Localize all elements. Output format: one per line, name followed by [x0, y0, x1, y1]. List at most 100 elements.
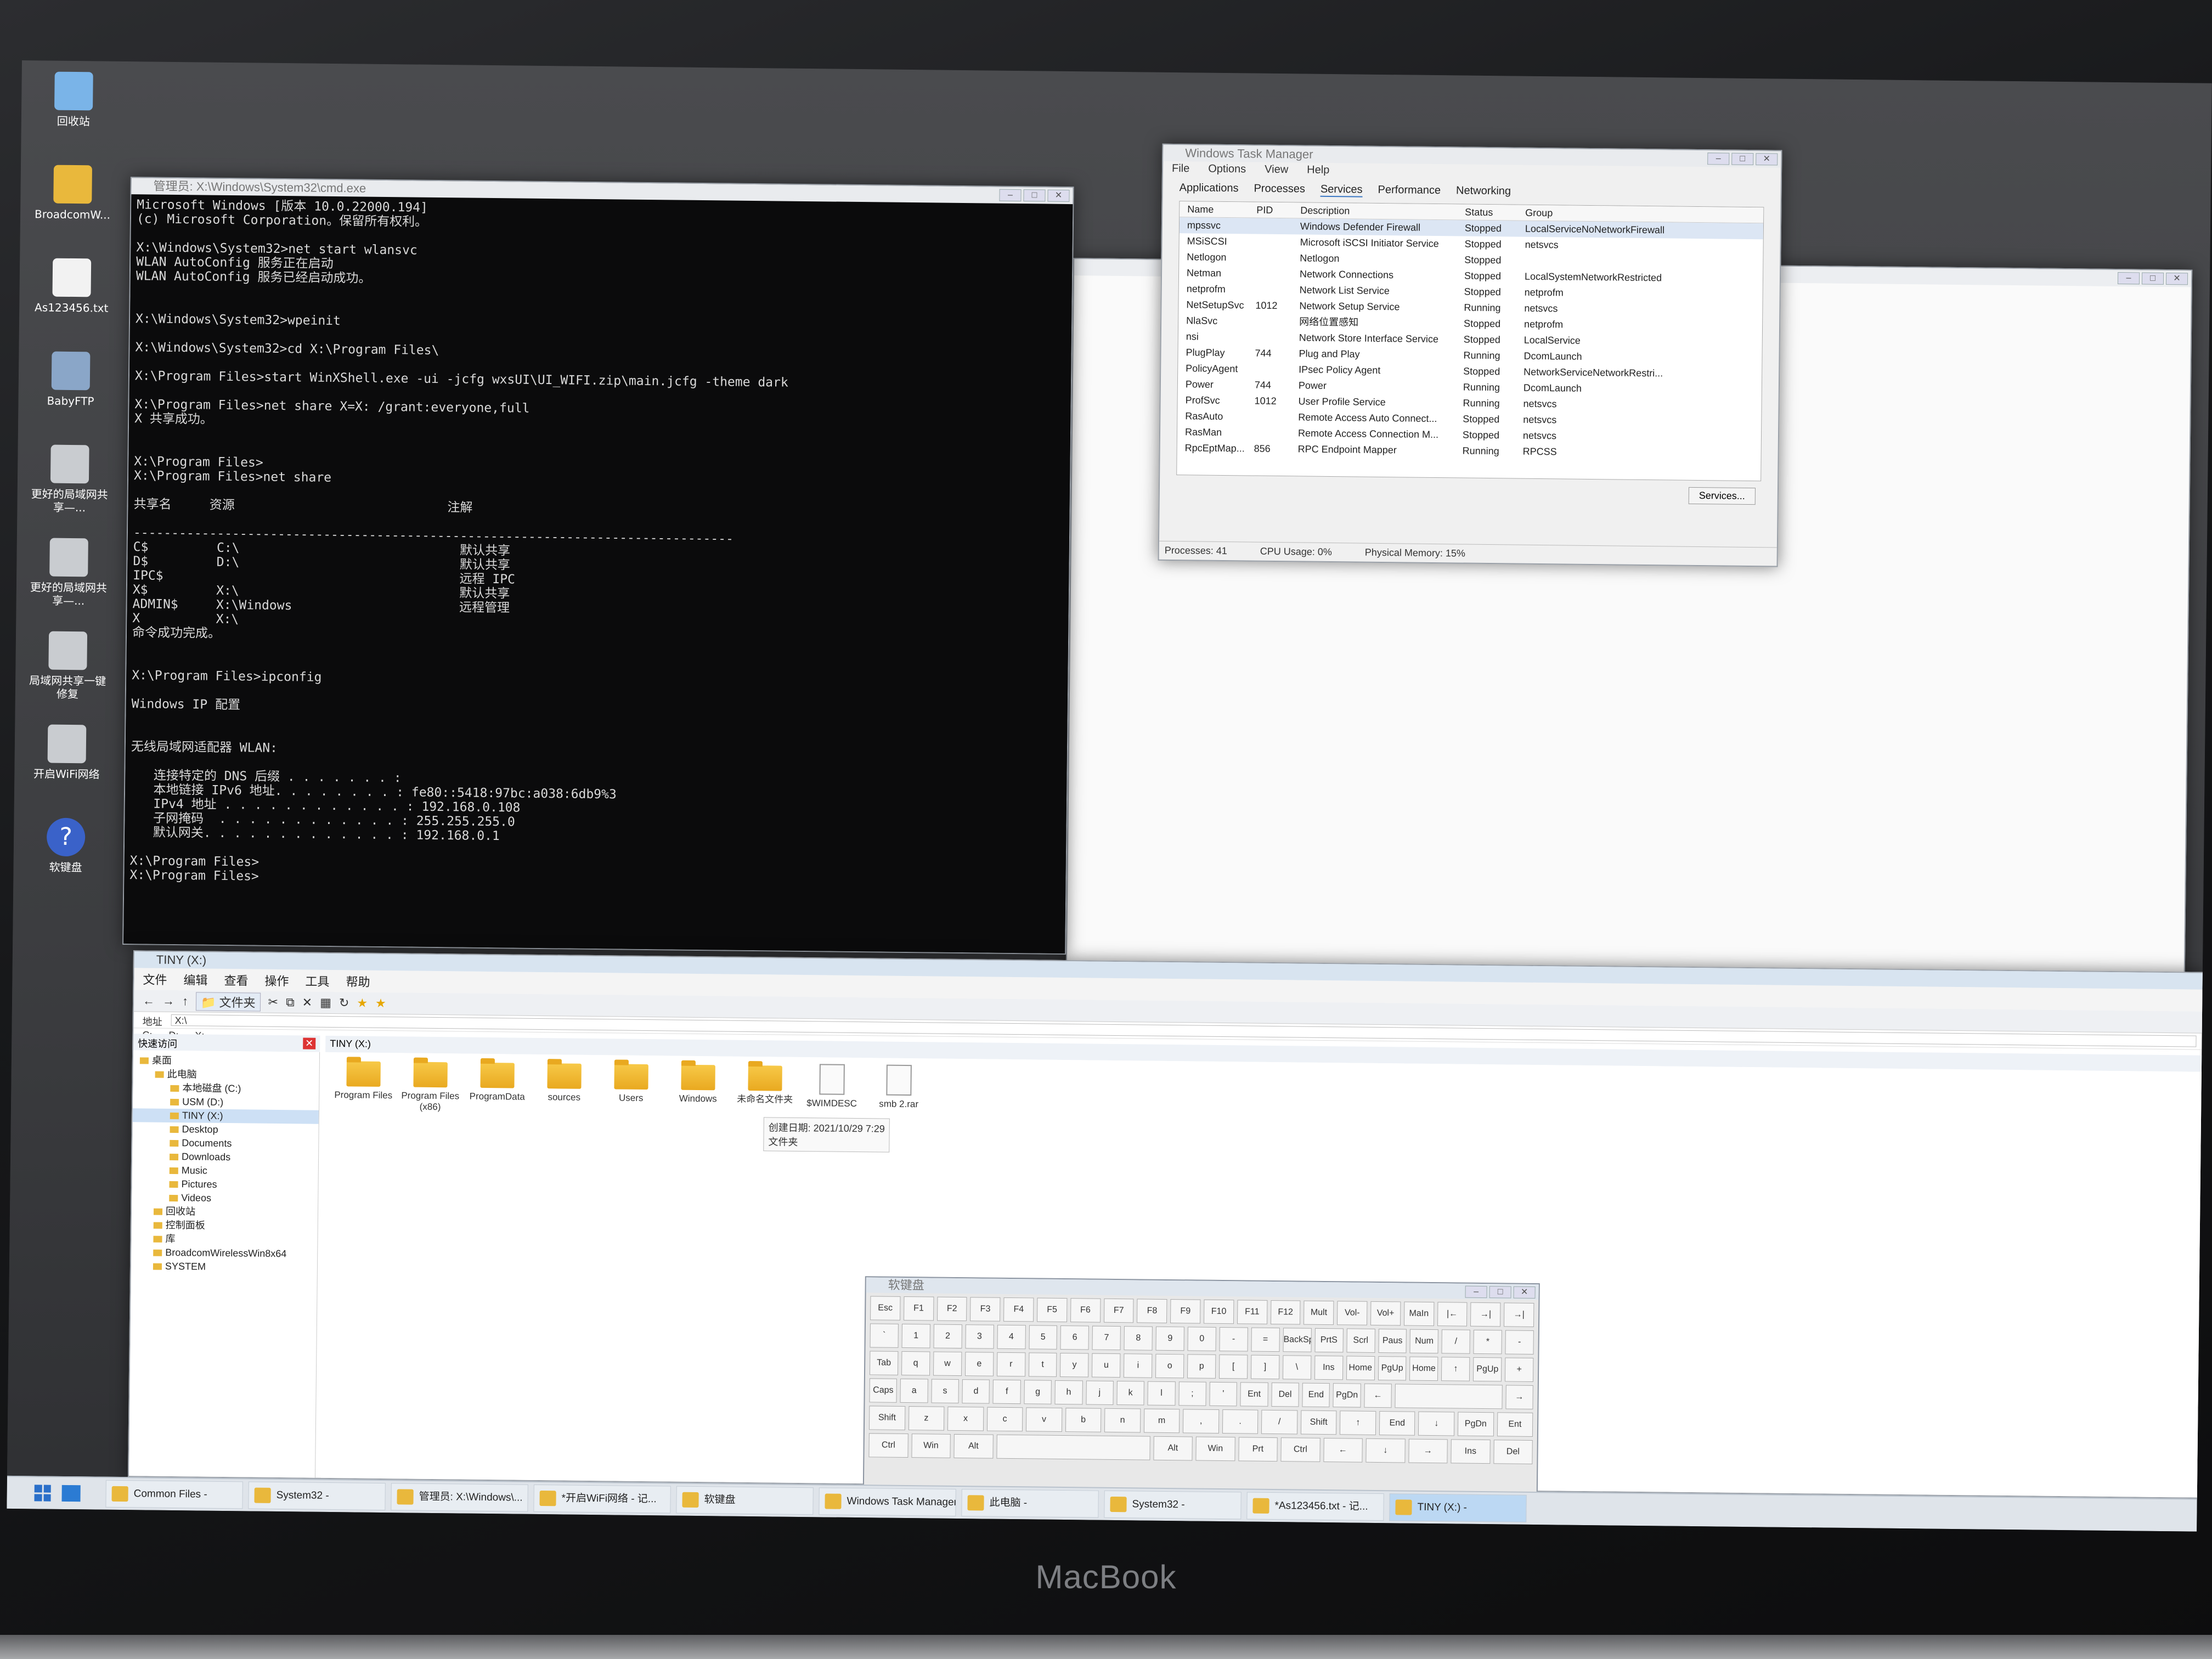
maximize-icon[interactable]: □: [1023, 189, 1046, 202]
close-pane-icon[interactable]: ✕: [303, 1037, 316, 1049]
keyboard-key[interactable]: |←: [1437, 1302, 1468, 1327]
keyboard-key[interactable]: h: [1054, 1380, 1083, 1405]
favorite-icon[interactable]: ★: [357, 996, 368, 1010]
desktop-icon[interactable]: 更好的局域网共享—...: [27, 538, 110, 608]
tree-item[interactable]: 控制面板: [132, 1218, 318, 1234]
keyboard-key[interactable]: t: [1028, 1352, 1057, 1377]
menu-item[interactable]: 文件: [143, 970, 167, 988]
taskbar-item[interactable]: 此电脑 -: [961, 1489, 1099, 1518]
keyboard-key[interactable]: o: [1155, 1353, 1184, 1379]
keyboard-key[interactable]: Ctrl: [868, 1433, 909, 1458]
keyboard-key[interactable]: ,: [1183, 1409, 1220, 1434]
favorite-add-icon[interactable]: ★: [375, 996, 386, 1010]
menu-item-options[interactable]: Options: [1208, 163, 1246, 176]
keyboard-key[interactable]: 3: [965, 1324, 994, 1349]
delete-icon[interactable]: ✕: [302, 995, 313, 1009]
keyboard-key[interactable]: F7: [1103, 1298, 1134, 1323]
keyboard-key[interactable]: ↑: [1340, 1410, 1376, 1435]
keyboard-key[interactable]: →: [1408, 1438, 1448, 1464]
keyboard-key[interactable]: F9: [1170, 1299, 1201, 1324]
menu-item[interactable]: 查看: [224, 971, 248, 989]
tree-item[interactable]: TINY (X:): [132, 1108, 319, 1124]
cmd-console[interactable]: Microsoft Windows [版本 10.0.22000.194] (c)…: [123, 194, 1073, 953]
copy-icon[interactable]: ⧉: [286, 995, 295, 1009]
column-header[interactable]: Group: [1525, 205, 1690, 222]
keyboard-key[interactable]: PgDn: [1333, 1383, 1361, 1408]
tree-item[interactable]: Desktop: [132, 1122, 318, 1138]
keyboard-key[interactable]: /: [1441, 1329, 1471, 1354]
keyboard-key[interactable]: 6: [1060, 1325, 1090, 1350]
keyboard-key[interactable]: →|: [1470, 1302, 1501, 1327]
keyboard-key[interactable]: F6: [1070, 1298, 1101, 1323]
keyboard-key[interactable]: i: [1124, 1353, 1153, 1378]
menu-item[interactable]: 操作: [264, 972, 289, 989]
minimize-icon[interactable]: –: [2117, 272, 2140, 285]
file-item[interactable]: 未命名文件夹: [732, 1061, 798, 1105]
minimize-icon[interactable]: –: [1465, 1285, 1487, 1299]
keyboard-key[interactable]: *: [1473, 1329, 1503, 1355]
tree-item[interactable]: 此电脑: [133, 1067, 319, 1083]
file-item[interactable]: Program Files: [330, 1057, 397, 1101]
keyboard-key[interactable]: p: [1187, 1354, 1216, 1379]
tree-item[interactable]: 桌面: [133, 1053, 319, 1069]
keyboard-key[interactable]: Win: [1195, 1436, 1235, 1462]
keyboard-key[interactable]: l: [1147, 1381, 1176, 1406]
tab-performance[interactable]: Performance: [1378, 184, 1441, 198]
menu-item-file[interactable]: File: [1172, 162, 1189, 175]
menu-item[interactable]: 编辑: [183, 970, 207, 988]
menu-item[interactable]: 帮助: [346, 972, 370, 990]
keyboard-key[interactable]: \: [1282, 1355, 1312, 1380]
taskbar-item[interactable]: System32 -: [1104, 1490, 1242, 1520]
keyboard-key[interactable]: F10: [1203, 1299, 1234, 1324]
keyboard-key[interactable]: Win: [911, 1434, 951, 1458]
keyboard-key[interactable]: Ins: [1314, 1355, 1343, 1380]
desktop-icon[interactable]: 局域网共享一键修复: [26, 631, 109, 701]
keyboard-key[interactable]: Vol-: [1337, 1301, 1368, 1325]
keyboard-key[interactable]: 0: [1187, 1327, 1216, 1351]
tree-item[interactable]: Videos: [132, 1190, 318, 1206]
keyboard-key[interactable]: e: [964, 1352, 994, 1376]
keyboard-key[interactable]: Mult: [1304, 1300, 1334, 1325]
keyboard-key[interactable]: PgUp: [1378, 1356, 1407, 1381]
keyboard-key[interactable]: g: [1024, 1380, 1052, 1404]
keyboard-key[interactable]: Shift: [868, 1406, 905, 1430]
keyboard-key[interactable]: [996, 1434, 1150, 1460]
keyboard-key[interactable]: ↓: [1418, 1411, 1455, 1436]
keyboard-key[interactable]: PgUp: [1473, 1357, 1502, 1382]
taskbar-item[interactable]: *As123456.txt - 记...: [1246, 1492, 1384, 1521]
minimize-icon[interactable]: –: [999, 189, 1022, 202]
keyboard-key[interactable]: Caps: [869, 1378, 898, 1403]
keyboard-key[interactable]: Prt: [1238, 1437, 1278, 1462]
keyboard-key[interactable]: Esc: [870, 1296, 901, 1321]
desktop-icon[interactable]: 回收站: [32, 71, 115, 128]
taskbar-item[interactable]: Common Files -: [105, 1480, 243, 1509]
refresh-icon[interactable]: ↻: [339, 996, 349, 1010]
column-header[interactable]: Description: [1300, 202, 1465, 219]
keyboard-key[interactable]: ↑: [1441, 1357, 1470, 1381]
menu-item-view[interactable]: View: [1265, 163, 1288, 176]
keyboard-key[interactable]: Ent: [1497, 1412, 1533, 1437]
keyboard-key[interactable]: F8: [1137, 1299, 1167, 1323]
keyboard-key[interactable]: q: [901, 1351, 930, 1376]
tab-applications[interactable]: Applications: [1180, 182, 1239, 196]
taskbar-item[interactable]: TINY (X:) -: [1389, 1493, 1527, 1522]
file-item[interactable]: Windows: [665, 1060, 731, 1104]
column-header[interactable]: Status: [1465, 205, 1525, 221]
keyboard-key[interactable]: /: [1261, 1409, 1298, 1435]
keyboard-key[interactable]: w: [933, 1351, 962, 1376]
keyboard-key[interactable]: d: [962, 1379, 990, 1404]
keyboard-key[interactable]: Ins: [1451, 1439, 1491, 1464]
services-button[interactable]: Services...: [1688, 487, 1756, 505]
column-header[interactable]: Name: [1180, 201, 1256, 217]
keyboard-key[interactable]: BackSpa: [1283, 1328, 1312, 1352]
keyboard-key[interactable]: j: [1085, 1380, 1114, 1405]
keyboard-key[interactable]: v: [1026, 1407, 1063, 1432]
tree-item[interactable]: Downloads: [132, 1149, 318, 1165]
keyboard-key[interactable]: y: [1060, 1352, 1089, 1378]
keyboard-key[interactable]: F3: [970, 1297, 1001, 1322]
keyboard-key[interactable]: End: [1302, 1383, 1330, 1408]
folders-button[interactable]: 📁 文件夹: [195, 991, 261, 1012]
keyboard-key[interactable]: z: [908, 1406, 945, 1431]
tree-item[interactable]: SYSTEM: [131, 1259, 317, 1275]
keyboard-key[interactable]: Del: [1493, 1440, 1533, 1464]
